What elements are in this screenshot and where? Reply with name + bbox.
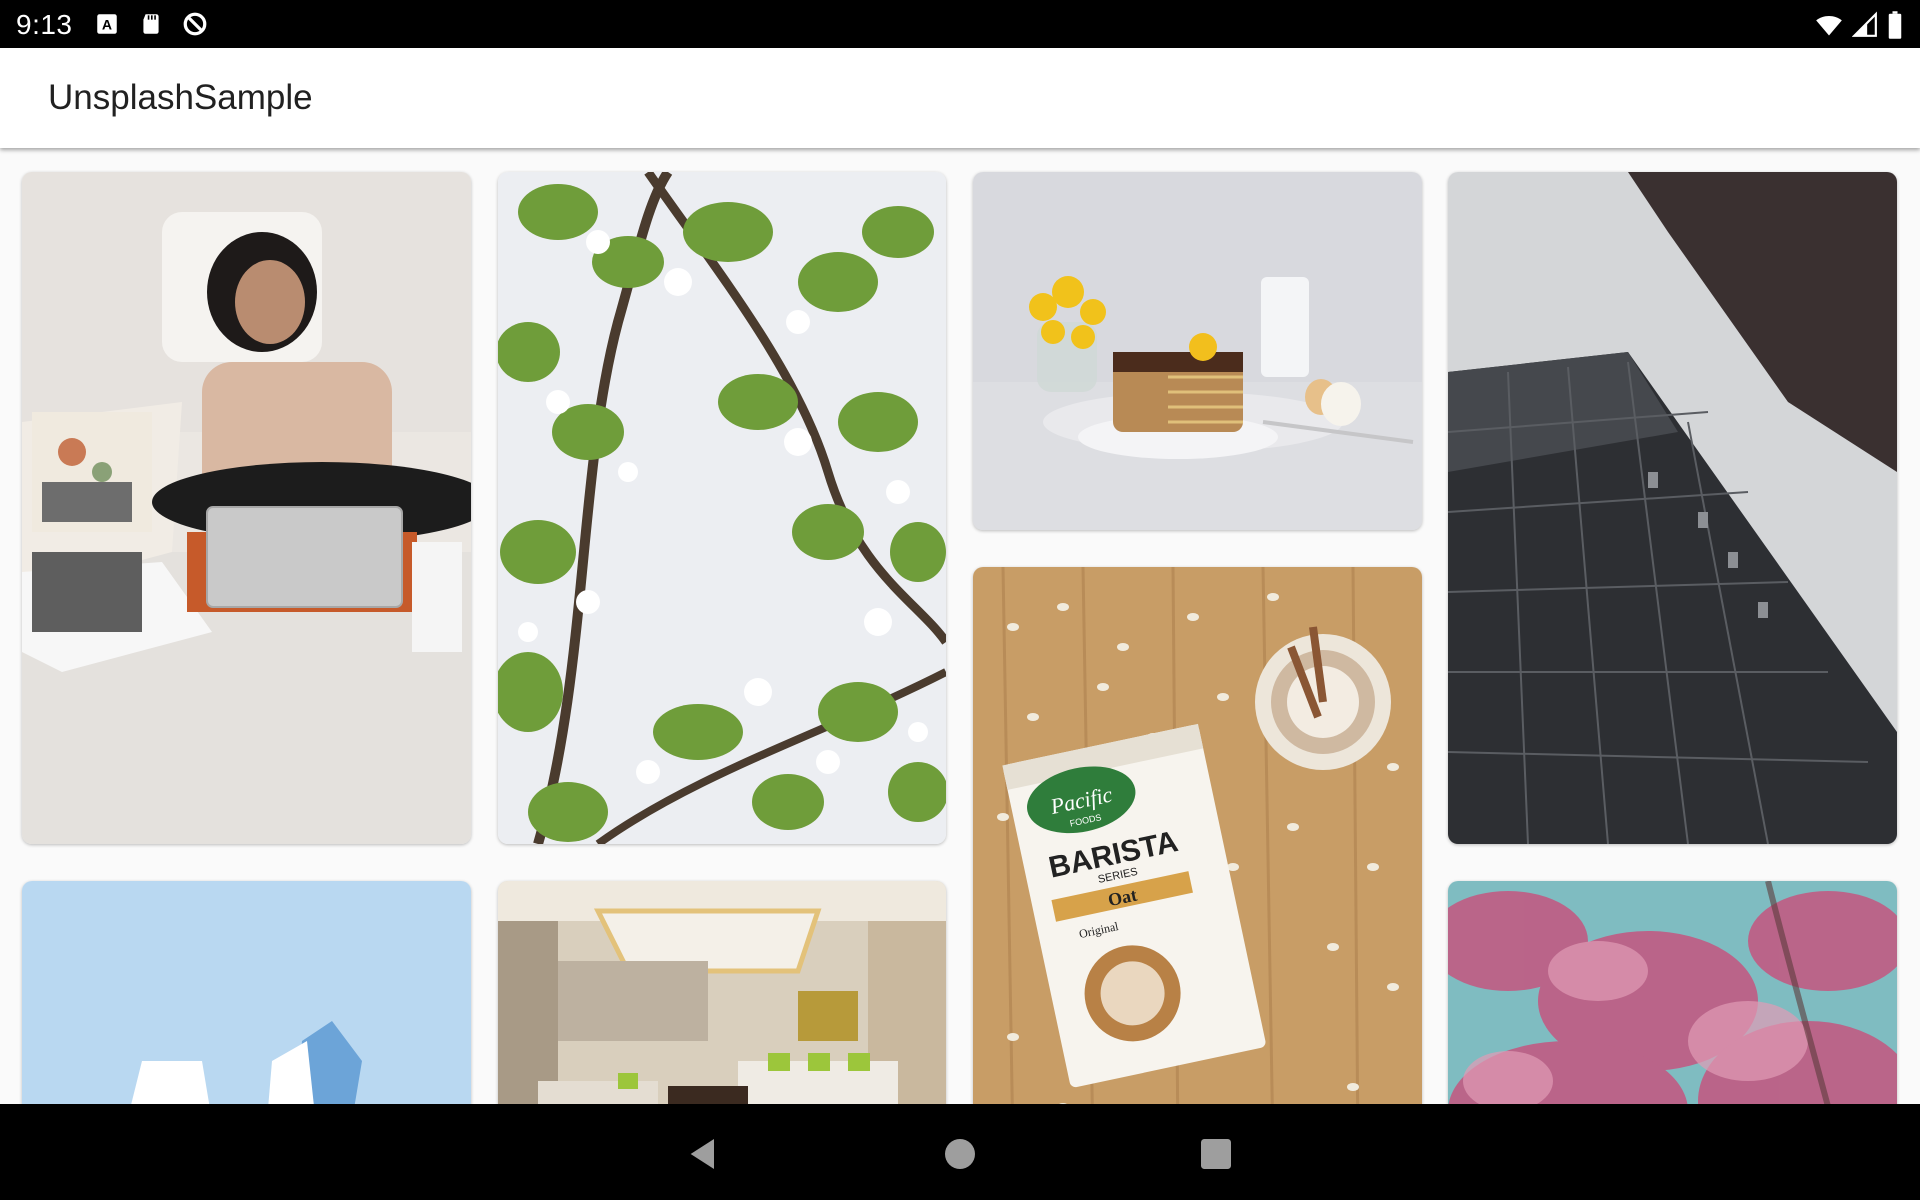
- status-bar: 9:13 A: [0, 0, 1920, 48]
- home-icon[interactable]: [940, 1134, 980, 1174]
- photo-grid[interactable]: Pacific FOODS BARISTA SERIES Oat Origina…: [0, 148, 1920, 1104]
- photo-pink-blossoms: [1448, 881, 1897, 1104]
- photo-card-pink-blossoms[interactable]: [1448, 881, 1897, 1104]
- photo-card-living-room[interactable]: [498, 881, 946, 1104]
- photo-card-woman-laptop[interactable]: [22, 172, 471, 844]
- app-title: UnsplashSample: [48, 78, 313, 117]
- photo-pancakes: [973, 172, 1422, 530]
- sd-card-icon: [143, 14, 159, 34]
- photo-card-pancakes[interactable]: [973, 172, 1422, 530]
- photo-card-blossom-branches[interactable]: [498, 172, 946, 844]
- navigation-bar: [0, 1104, 1920, 1200]
- photo-card-oat-milk[interactable]: Pacific FOODS BARISTA SERIES Oat Origina…: [973, 567, 1422, 1104]
- back-icon[interactable]: [684, 1134, 724, 1174]
- keyboard-a-icon: A: [97, 14, 117, 34]
- photo-card-blue-sky[interactable]: [22, 881, 471, 1104]
- battery-icon: [1888, 11, 1902, 39]
- data-saver-icon: [183, 12, 207, 36]
- photo-oat-milk: Pacific FOODS BARISTA SERIES Oat Origina…: [973, 567, 1422, 1104]
- photo-blue-sky: [22, 881, 471, 1104]
- photo-woman-laptop: [22, 172, 471, 844]
- recents-icon[interactable]: [1196, 1134, 1236, 1174]
- cell-signal-icon: [1852, 11, 1877, 37]
- wifi-icon: [1816, 15, 1842, 36]
- photo-skyscrapers: [1448, 172, 1897, 844]
- app-bar: UnsplashSample: [0, 48, 1920, 148]
- svg-text:A: A: [102, 16, 112, 32]
- photo-blossom-branches: [498, 172, 946, 844]
- photo-card-skyscrapers[interactable]: [1448, 172, 1897, 844]
- status-time: 9:13: [16, 9, 73, 40]
- photo-living-room: [498, 881, 946, 1104]
